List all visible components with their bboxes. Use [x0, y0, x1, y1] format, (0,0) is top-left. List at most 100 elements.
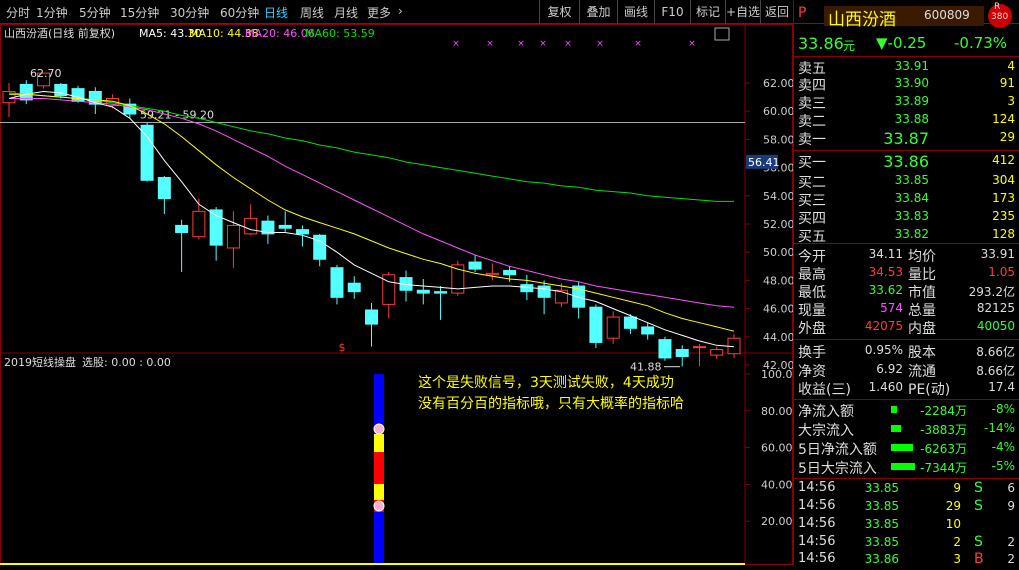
- stat-value: 1.05: [988, 265, 1015, 279]
- stock-name: 山西汾酒: [828, 10, 896, 30]
- ask-volume: 4: [1007, 59, 1015, 73]
- stat2-label: 净资: [798, 364, 826, 380]
- toolbar-button-3[interactable]: F10: [654, 0, 690, 24]
- toolbar-button-6[interactable]: 返回: [760, 0, 793, 24]
- ma10-line: [9, 93, 735, 332]
- quote-panel: P 山西汾酒 600809 R 380 33.86 元 ▼-0.25 -0.73% 卖五 33.91…: [793, 0, 1019, 567]
- period-tab-8[interactable]: 月线: [334, 4, 358, 21]
- price-axis-label: 54.00: [763, 190, 793, 203]
- sub-axis-label: 20.00: [761, 515, 793, 528]
- stat2-value: 6.92: [876, 362, 903, 376]
- divider: [794, 150, 1019, 151]
- comment-line-2: 没有百分百的指标哦，只有大概率的指标哈: [418, 395, 684, 412]
- period-tab-5[interactable]: 60分钟: [220, 4, 259, 21]
- candle-body: [19, 83, 33, 101]
- divider: [794, 243, 1019, 244]
- candle-body: [278, 224, 292, 229]
- period-tab-6[interactable]: 日线: [264, 4, 288, 21]
- flow-pct: -8%: [991, 402, 1015, 416]
- sub-axis-label: 100.0: [761, 368, 793, 381]
- kline-chart[interactable]: 山西汾酒(日线 前复权) MA5: 43.30MA10: 44.38MA20: 4…: [0, 24, 793, 565]
- bid-volume: 235: [992, 209, 1015, 223]
- signal-x-mark: ×: [539, 39, 547, 49]
- stat-label: 市值: [908, 285, 936, 301]
- period-tab-4[interactable]: 30分钟: [170, 4, 209, 21]
- period-tab-7[interactable]: 周线: [300, 4, 324, 21]
- ask-volume: 124: [992, 112, 1015, 126]
- tick-price: 33.85: [864, 535, 899, 549]
- toolbar-button-2[interactable]: 画线: [617, 0, 654, 24]
- signal-x-mark: ×: [634, 39, 642, 49]
- stat-label: 量比: [908, 267, 936, 283]
- stat-label: 最高: [798, 267, 826, 283]
- bid-volume: 304: [992, 173, 1015, 187]
- flow-bar: [891, 406, 897, 413]
- high-label: 62.70: [30, 67, 62, 80]
- flow-bar: [891, 444, 913, 451]
- signal-x-mark: ×: [452, 39, 460, 49]
- candle-body: [623, 316, 637, 329]
- ask-label: 卖五: [798, 61, 826, 77]
- ma20-line: [9, 98, 735, 308]
- sub-axis-label: 40.00: [761, 478, 793, 491]
- stat-label: 现量: [798, 303, 826, 319]
- tick-side: S: [974, 534, 983, 550]
- stat-value: 33.91: [980, 247, 1015, 261]
- ask-label: 卖二: [798, 114, 826, 130]
- candle-body: [175, 224, 189, 233]
- ask-volume: 29: [999, 130, 1015, 144]
- price-axis-label: 62.00: [763, 77, 793, 90]
- stat-label: 今开: [798, 249, 826, 265]
- stat2-value: 8.66亿: [976, 364, 1015, 378]
- bid-label: 买三: [798, 193, 826, 209]
- tick-side: S: [974, 480, 983, 496]
- stat2-value: 8.66亿: [976, 345, 1015, 359]
- indicator-bar-segment: [374, 512, 384, 565]
- ask-label: 卖三: [798, 96, 826, 112]
- divider: [794, 339, 1019, 340]
- badge-num: 380: [991, 12, 1009, 22]
- period-tab-2[interactable]: 5分钟: [79, 4, 111, 21]
- candle-body: [675, 348, 689, 358]
- last-price: 33.86: [798, 34, 844, 53]
- tick-volume: 29: [945, 499, 961, 513]
- divider: [794, 56, 1019, 57]
- candle-body: [468, 261, 482, 270]
- bid-label: 买五: [798, 229, 826, 245]
- tick-time: 14:56: [798, 534, 836, 549]
- stat2-value: 0.95%: [864, 343, 903, 357]
- chart-header-text-4: MA60: 53.59: [305, 27, 375, 40]
- signal-x-mark: ×: [596, 39, 604, 49]
- signal-x-mark: ×: [688, 39, 696, 49]
- sub-axis-label: 80.00: [761, 405, 793, 418]
- toolbar-button-0[interactable]: 复权: [539, 0, 579, 24]
- flow-amount: -7344万: [920, 461, 967, 475]
- toolbar-button-4[interactable]: 标记: [690, 0, 725, 24]
- stat2-value: 1.460: [868, 380, 903, 394]
- chart-header-text-0: 山西汾酒(日线 前复权): [4, 26, 115, 40]
- ask-price: 33.88: [894, 112, 929, 126]
- tick-side: S: [974, 498, 983, 514]
- tick-count: 2: [1007, 552, 1015, 566]
- more-chevron-icon[interactable]: ›: [398, 4, 403, 18]
- candle-body: [589, 306, 603, 343]
- price-axis-label: 44.00: [763, 331, 793, 344]
- price-axis-label: 50.00: [763, 246, 793, 259]
- divider: [794, 478, 1019, 479]
- period-tab-3[interactable]: 15分钟: [120, 4, 159, 21]
- stat-label: 外盘: [798, 321, 826, 337]
- toolbar-button-5[interactable]: +自选: [725, 0, 760, 24]
- tick-price: 33.85: [864, 481, 899, 495]
- signal-dollar-mark: $: [339, 341, 346, 354]
- toolbar-button-1[interactable]: 叠加: [579, 0, 617, 24]
- period-tab-0[interactable]: 分时: [6, 4, 30, 21]
- signal-x-mark: ×: [486, 39, 494, 49]
- stat2-label: 流通: [908, 364, 936, 380]
- period-tab-1[interactable]: 1分钟: [36, 4, 68, 21]
- period-tab-9[interactable]: 更多: [367, 4, 391, 21]
- stat-label: 最低: [798, 285, 826, 301]
- candle-body: [295, 229, 309, 235]
- ask-price: 33.89: [894, 94, 929, 108]
- candle-body: [434, 291, 448, 294]
- expand-icon[interactable]: [714, 27, 730, 41]
